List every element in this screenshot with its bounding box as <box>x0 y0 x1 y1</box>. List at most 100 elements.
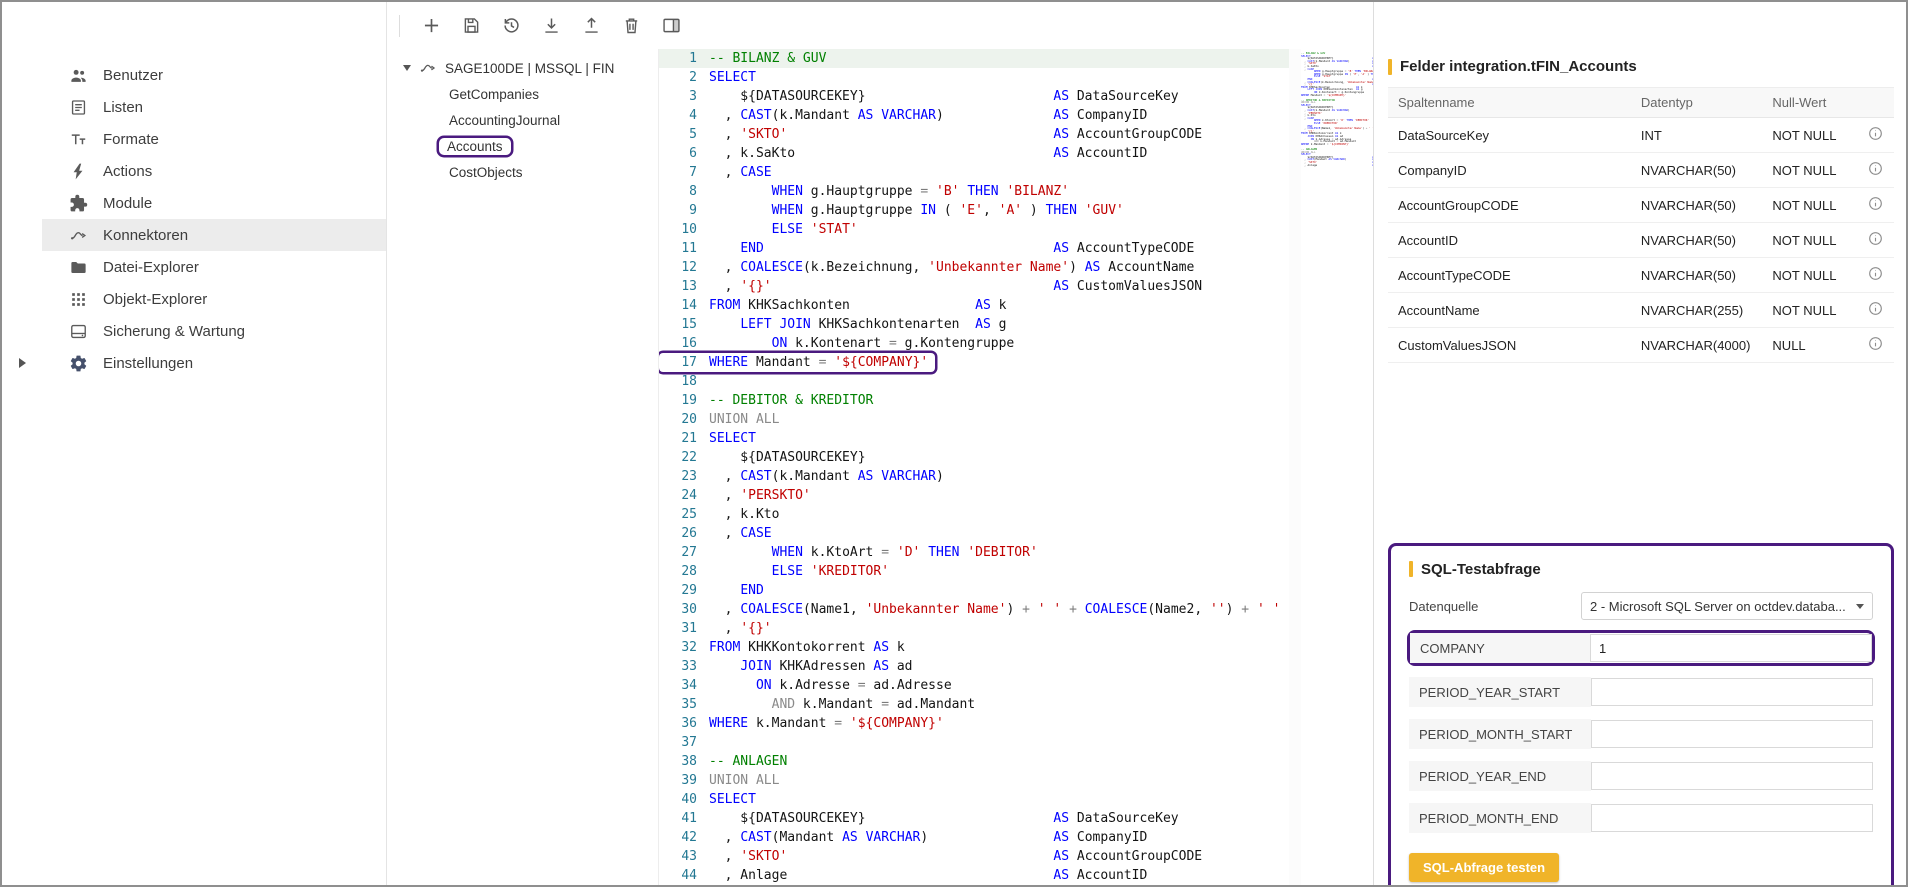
tree-root-sage100de[interactable]: SAGE100DE | MSSQL | FIN <box>387 55 658 81</box>
param-input-period-month-start[interactable] <box>1591 720 1873 748</box>
code-line-14[interactable]: 14FROM KHKSachkonten AS k <box>659 296 1289 315</box>
sidebar-item-body: Module <box>42 187 386 219</box>
code-line-11[interactable]: 11 END AS AccountTypeCODE <box>659 239 1289 258</box>
sidebar-gutter <box>2 358 42 368</box>
code-line-3[interactable]: 3 ${DATASOURCEKEY} AS DataSourceKey <box>659 87 1289 106</box>
code-line-20[interactable]: 20UNION ALL <box>659 410 1289 429</box>
info-icon[interactable] <box>1867 125 1884 142</box>
code-line-23[interactable]: 23 , CAST(k.Mandant AS VARCHAR) <box>659 467 1289 486</box>
code-line-44[interactable]: 44 , Anlage AS AccountID <box>659 866 1289 885</box>
param-input-company[interactable] <box>1590 634 1872 662</box>
code-line-32[interactable]: 32FROM KHKKontokorrent AS k <box>659 638 1289 657</box>
sidebar-item-konnektoren[interactable]: Konnektoren <box>2 219 386 251</box>
code-text: , CAST(k.Mandant AS VARCHAR) <box>709 467 944 486</box>
info-icon[interactable] <box>1867 265 1884 282</box>
tree-item-accountingjournal[interactable]: AccountingJournal <box>387 107 658 133</box>
info-icon[interactable] <box>1867 300 1884 317</box>
save-button[interactable] <box>454 9 488 43</box>
code-line-38[interactable]: 38-- ANLAGEN <box>659 752 1289 771</box>
sql-editor[interactable]: 1-- BILANZ & GUV2SELECT3 ${DATASOURCEKEY… <box>659 49 1373 885</box>
run-sql-test-button[interactable]: SQL-Abfrage testen <box>1409 853 1559 882</box>
code-line-7[interactable]: 7 , CASE <box>659 163 1289 182</box>
code-line-40[interactable]: 40SELECT <box>659 790 1289 809</box>
code-line-30[interactable]: 30 , COALESCE(Name1, 'Unbekannter Name')… <box>659 600 1289 619</box>
code-line-27[interactable]: 27 WHEN k.KtoArt = 'D' THEN 'DEBITOR' <box>659 543 1289 562</box>
caret-down-icon[interactable] <box>403 65 411 71</box>
field-cell: CompanyID <box>1388 153 1631 188</box>
editor-scrollbar[interactable] <box>1289 49 1301 885</box>
code-line-39[interactable]: 39UNION ALL <box>659 771 1289 790</box>
param-input-period-month-end[interactable] <box>1591 804 1873 832</box>
code-line-33[interactable]: 33 JOIN KHKAdressen AS ad <box>659 657 1289 676</box>
delete-button[interactable] <box>614 9 648 43</box>
code-line-31[interactable]: 31 , '{}' <box>659 619 1289 638</box>
tree-item-costobjects[interactable]: CostObjects <box>387 159 658 185</box>
code-line-28[interactable]: 28 ELSE 'KREDITOR' <box>659 562 1289 581</box>
field-cell: NVARCHAR(4000) <box>1631 328 1763 363</box>
sidebar-item-formate[interactable]: Formate <box>2 123 386 155</box>
line-number: 26 <box>659 524 709 543</box>
sidebar-item-listen[interactable]: Listen <box>2 91 386 123</box>
code-text: , k.SaKto AS AccountID <box>709 144 1147 163</box>
tree-item-accounts[interactable]: Accounts <box>387 133 658 159</box>
code-line-10[interactable]: 10 ELSE 'STAT' <box>659 220 1289 239</box>
code-line-4[interactable]: 4 , CAST(k.Mandant AS VARCHAR) AS Compan… <box>659 106 1289 125</box>
download-button[interactable] <box>534 9 568 43</box>
code-line-2[interactable]: 2SELECT <box>659 68 1289 87</box>
code-line-26[interactable]: 26 , CASE <box>659 524 1289 543</box>
code-line-18[interactable]: 18 <box>659 372 1289 391</box>
code-line-17[interactable]: 17WHERE Mandant = '${COMPANY}' <box>659 353 935 372</box>
tree-item-getcompanies[interactable]: GetCompanies <box>387 81 658 107</box>
right-panel: Felder integration.tFIN_Accounts Spalten… <box>1373 2 1906 885</box>
code-text: -- DEBITOR & KREDITOR <box>709 391 873 410</box>
split-view-button[interactable] <box>654 9 688 43</box>
line-number: 42 <box>659 828 709 847</box>
editor-minimap[interactable]: -- BILANZ & GUVSELECT ${DATASOURCEKEY} A… <box>1301 49 1373 885</box>
code-line-5[interactable]: 5 , 'SKTO' AS AccountGroupCODE <box>659 125 1289 144</box>
code-line-16[interactable]: 16 ON k.Kontenart = g.Kontengruppe <box>659 334 1289 353</box>
restore-button[interactable] <box>494 9 528 43</box>
code-line-13[interactable]: 13 , '{}' AS CustomValuesJSON <box>659 277 1289 296</box>
code-line-21[interactable]: 21SELECT <box>659 429 1289 448</box>
code-line-12[interactable]: 12 , COALESCE(k.Bezeichnung, 'Unbekannte… <box>659 258 1289 277</box>
sidebar-item-label: Datei-Explorer <box>103 259 199 276</box>
info-icon[interactable] <box>1867 335 1884 352</box>
field-cell: AccountGroupCODE <box>1388 188 1631 223</box>
sidebar-item-datei-explorer[interactable]: Datei-Explorer <box>2 251 386 283</box>
upload-button[interactable] <box>574 9 608 43</box>
code-line-36[interactable]: 36WHERE k.Mandant = '${COMPANY}' <box>659 714 1289 733</box>
code-line-24[interactable]: 24 , 'PERSKTO' <box>659 486 1289 505</box>
code-line-29[interactable]: 29 END <box>659 581 1289 600</box>
sidebar-item-einstellungen[interactable]: Einstellungen <box>2 347 386 379</box>
param-input-period-year-end[interactable] <box>1591 762 1873 790</box>
info-icon[interactable] <box>1867 230 1884 247</box>
code-line-8[interactable]: 8 WHEN g.Hauptgruppe = 'B' THEN 'BILANZ' <box>659 182 1289 201</box>
info-icon[interactable] <box>1867 160 1884 177</box>
sidebar-item-actions[interactable]: Actions <box>2 155 386 187</box>
expand-arrow-icon[interactable] <box>19 358 26 368</box>
code-line-35[interactable]: 35 AND k.Mandant = ad.Mandant <box>659 695 1289 714</box>
code-line-41[interactable]: 41 ${DATASOURCEKEY} AS DataSourceKey <box>659 809 1289 828</box>
code-line-25[interactable]: 25 , k.Kto <box>659 505 1289 524</box>
code-line-34[interactable]: 34 ON k.Adresse = ad.Adresse <box>659 676 1289 695</box>
code-line-6[interactable]: 6 , k.SaKto AS AccountID <box>659 144 1289 163</box>
code-line-42[interactable]: 42 , CAST(Mandant AS VARCHAR) AS Company… <box>659 828 1289 847</box>
code-text: , CASE <box>709 524 772 543</box>
param-input-period-year-start[interactable] <box>1591 678 1873 706</box>
datasource-select[interactable]: 2 - Microsoft SQL Server on octdev.datab… <box>1581 592 1873 620</box>
sidebar-item-sicherung-wartung[interactable]: Sicherung & Wartung <box>2 315 386 347</box>
code-line-19[interactable]: 19-- DEBITOR & KREDITOR <box>659 391 1289 410</box>
info-icon[interactable] <box>1867 195 1884 212</box>
code-line-15[interactable]: 15 LEFT JOIN KHKSachkontenarten AS g <box>659 315 1289 334</box>
code-line-9[interactable]: 9 WHEN g.Hauptgruppe IN ( 'E', 'A' ) THE… <box>659 201 1289 220</box>
sidebar-item-objekt-explorer[interactable]: Objekt-Explorer <box>2 283 386 315</box>
sidebar-item-benutzer[interactable]: Benutzer <box>2 59 386 91</box>
code-line-37[interactable]: 37 <box>659 733 1289 752</box>
download-icon <box>541 15 562 36</box>
sidebar-item-module[interactable]: Module <box>2 187 386 219</box>
code-line-22[interactable]: 22 ${DATASOURCEKEY} <box>659 448 1289 467</box>
code-line-43[interactable]: 43 , 'SKTO' AS AccountGroupCODE <box>659 847 1289 866</box>
editor-code[interactable]: 1-- BILANZ & GUV2SELECT3 ${DATASOURCEKEY… <box>659 49 1289 885</box>
add-button[interactable] <box>414 9 448 43</box>
code-line-1[interactable]: 1-- BILANZ & GUV <box>659 49 1289 68</box>
